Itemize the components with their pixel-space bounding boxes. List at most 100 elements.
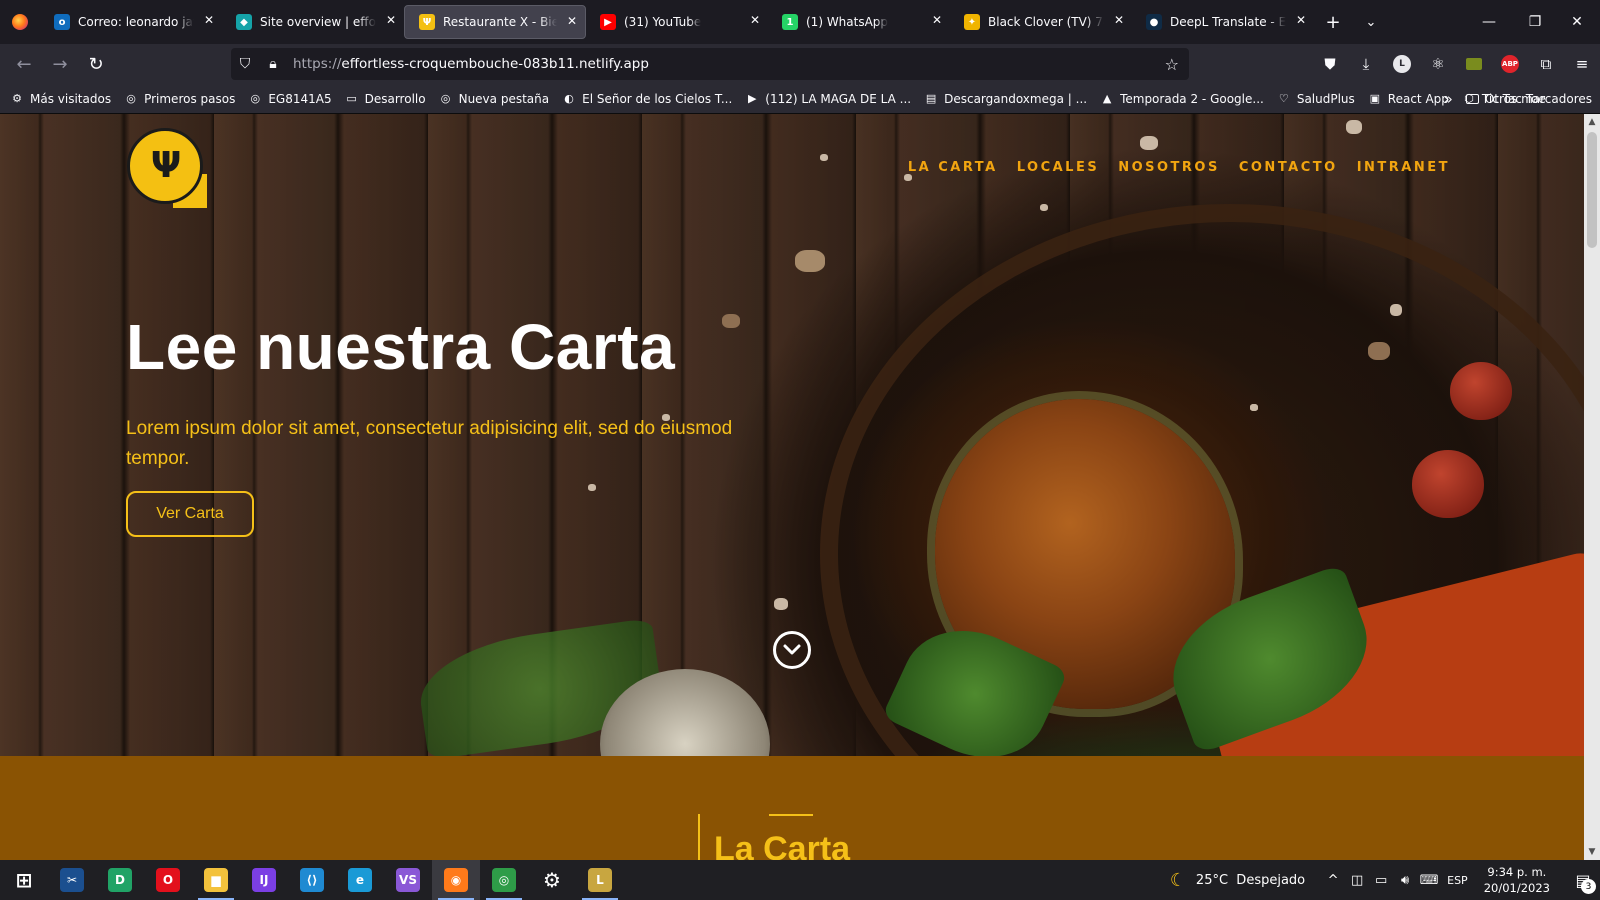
restore-window-button[interactable]: ❐ <box>1512 0 1558 44</box>
bookmark-item[interactable]: ◎ EG8141A5 <box>248 92 332 106</box>
taskbar-snipping-tool-button[interactable]: ✂ <box>48 860 96 900</box>
extensions-puzzle-icon[interactable]: ⧉ <box>1528 48 1564 80</box>
nav-link-la-carta[interactable]: LA CARTA <box>908 160 998 175</box>
downloads-icon[interactable]: ⤓ <box>1348 48 1384 80</box>
scrollbar-thumb[interactable] <box>1587 132 1597 248</box>
close-window-button[interactable]: ✕ <box>1554 0 1600 44</box>
taskbar-vscode-button[interactable]: ⟨⟩ <box>288 860 336 900</box>
bookmark-item[interactable]: ◐ El Señor de los Cielos T... <box>562 92 732 106</box>
bookmark-star-icon[interactable]: ☆ <box>1165 55 1179 74</box>
browser-tab[interactable]: ▶ (31) YouTube ✕ <box>586 5 768 39</box>
close-tab-icon[interactable]: ✕ <box>750 13 760 27</box>
bookmark-label: SaludPlus <box>1296 91 1355 106</box>
bookmark-item[interactable]: ⚙ Más visitados <box>10 92 111 106</box>
taskbar-league-client-button[interactable]: L <box>576 860 624 900</box>
scroll-up-arrow-icon[interactable]: ▲ <box>1584 114 1600 130</box>
bookmark-label: El Señor de los Cielos T... <box>582 91 733 106</box>
nav-link-nosotros[interactable]: NOSOTROS <box>1118 160 1220 175</box>
site-navigation: LA CARTA LOCALES NOSOTROS CONTACTO INTRA… <box>908 160 1450 175</box>
reload-button[interactable]: ↻ <box>78 48 114 80</box>
taskbar-firefox-button[interactable]: ◉ <box>432 860 480 900</box>
notification-count-badge: 3 <box>1581 879 1596 894</box>
restaurant-logo[interactable]: Ψ <box>127 128 207 208</box>
bookmark-item[interactable]: ♡ SaludPlus <box>1277 92 1355 106</box>
browser-tab[interactable]: ✦ Black Clover (TV) 74 Sub E ✕ <box>950 5 1132 39</box>
taskbar-edge-button[interactable]: e <box>336 860 384 900</box>
other-bookmarks-folder[interactable]: Otros marcadores <box>1465 92 1592 106</box>
bookmark-item[interactable]: ◎ Primeros pasos <box>124 92 235 106</box>
bookmark-item[interactable]: ◎ Nueva pestaña <box>439 92 549 106</box>
bookmark-item[interactable]: ▣ React App <box>1368 92 1449 106</box>
globe-icon: ◎ <box>440 92 451 105</box>
url-host: effortless-croquembouche-083b11.netlify.… <box>341 56 649 72</box>
taskbar-file-explorer-button[interactable]: ▆ <box>192 860 240 900</box>
bookmark-label: React App <box>1387 91 1449 106</box>
moon-weather-icon[interactable]: ☾ <box>1166 870 1190 891</box>
more-bookmarks-chevron-icon[interactable]: » <box>1444 90 1453 108</box>
close-tab-icon[interactable]: ✕ <box>1296 13 1306 27</box>
nav-link-locales[interactable]: LOCALES <box>1017 160 1100 175</box>
chrome-icon: ◎ <box>492 868 516 892</box>
section-title: La Carta <box>714 830 851 860</box>
firefox-menu-icon[interactable] <box>0 0 40 44</box>
clock[interactable]: 9:34 p. m. 20/01/2023 <box>1484 864 1550 896</box>
input-language[interactable]: ESP <box>1447 874 1468 887</box>
tracking-shield-icon[interactable]: ⛉ <box>231 56 259 72</box>
taskbar-dbeaver-button[interactable]: D <box>96 860 144 900</box>
taskbar-windows-start-button[interactable]: ⊞ <box>0 860 48 900</box>
hamburger-menu-icon[interactable]: ≡ <box>1564 48 1600 80</box>
taskbar-opera-button[interactable]: O <box>144 860 192 900</box>
keyboard-icon[interactable]: ⌨ <box>1417 873 1441 888</box>
lock-icon[interactable]: 🔒︎ <box>259 56 287 72</box>
crumb <box>1368 342 1390 360</box>
volume-icon[interactable]: 🔊︎ <box>1393 873 1417 888</box>
extension-react-icon[interactable]: ⚛ <box>1420 48 1456 80</box>
minimize-window-button[interactable]: — <box>1466 0 1512 44</box>
extension-dark-icon[interactable] <box>1456 48 1492 80</box>
taskbar-settings-button[interactable]: ⚙ <box>528 860 576 900</box>
notification-center-icon[interactable]: ▤ 3 <box>1566 860 1600 900</box>
browser-tab[interactable]: 1 (1) WhatsApp ✕ <box>768 5 950 39</box>
weather-text[interactable]: 25°C Despejado <box>1196 873 1305 888</box>
close-tab-icon[interactable]: ✕ <box>932 13 942 27</box>
taskbar-visual-studio-button[interactable]: VS <box>384 860 432 900</box>
bookmark-label: Desarrollo <box>364 91 426 106</box>
taskbar-chrome-button[interactable]: ◎ <box>480 860 528 900</box>
url-text[interactable]: https://effortless-croquembouche-083b11.… <box>293 56 649 72</box>
ver-carta-button[interactable]: Ver Carta <box>126 491 254 537</box>
bookmark-item[interactable]: ▲ Temporada 2 - Google... <box>1100 92 1264 106</box>
close-tab-icon[interactable]: ✕ <box>1114 13 1124 27</box>
new-tab-button[interactable]: + <box>1314 5 1352 39</box>
close-tab-icon[interactable]: ✕ <box>204 13 214 27</box>
bookmark-item[interactable]: ▤ Descargandoxmega | ... <box>924 92 1087 106</box>
address-bar[interactable]: ⛉ 🔒︎ https://effortless-croquembouche-08… <box>231 48 1189 80</box>
browser-tab[interactable]: o Correo: leonardo javier P ✕ <box>40 5 222 39</box>
taskbar-intellij-button[interactable]: IJ <box>240 860 288 900</box>
bookmark-item[interactable]: ▭ Desarrollo <box>345 91 426 106</box>
tab-favicon-icon: ● <box>1146 14 1162 30</box>
back-button[interactable]: ← <box>6 48 42 80</box>
browser-tab[interactable]: ◆ Site overview | effortless- ✕ <box>222 5 404 39</box>
close-tab-icon[interactable]: ✕ <box>567 14 577 28</box>
bookmark-label: (112) LA MAGA DE LA ... <box>765 91 912 106</box>
network-icon[interactable]: ▭ <box>1369 873 1393 888</box>
tab-strip: o Correo: leonardo javier P ✕ ◆ Site overvie… <box>0 0 1600 44</box>
scroll-down-chevron-icon[interactable] <box>773 631 811 669</box>
browser-tab[interactable]: ● DeepL Translate - El mejor ✕ <box>1132 5 1314 39</box>
bookmark-item[interactable]: ▶ (112) LA MAGA DE LA ... <box>745 92 911 106</box>
show-hidden-icons-chevron-icon[interactable]: ^ <box>1321 873 1345 888</box>
nav-link-intranet[interactable]: INTRANET <box>1357 160 1450 175</box>
app-icon: ▣ <box>1369 92 1380 105</box>
forward-button[interactable]: → <box>42 48 78 80</box>
adblock-plus-icon[interactable]: ABP <box>1492 48 1528 80</box>
section-decor-horizontal-line <box>769 814 813 816</box>
list-all-tabs-icon[interactable]: ⌄ <box>1352 5 1390 39</box>
close-tab-icon[interactable]: ✕ <box>386 13 396 27</box>
page-scrollbar[interactable]: ▲ ▼ <box>1584 114 1600 860</box>
meet-now-icon[interactable]: ◫ <box>1345 873 1369 888</box>
scroll-down-arrow-icon[interactable]: ▼ <box>1584 844 1600 860</box>
pocket-icon[interactable]: ⛊ <box>1312 48 1348 80</box>
nav-link-contacto[interactable]: CONTACTO <box>1239 160 1338 175</box>
browser-tab[interactable]: Ψ Restaurante X - Bienvenido ✕ <box>404 5 586 39</box>
account-icon[interactable]: L <box>1384 48 1420 80</box>
